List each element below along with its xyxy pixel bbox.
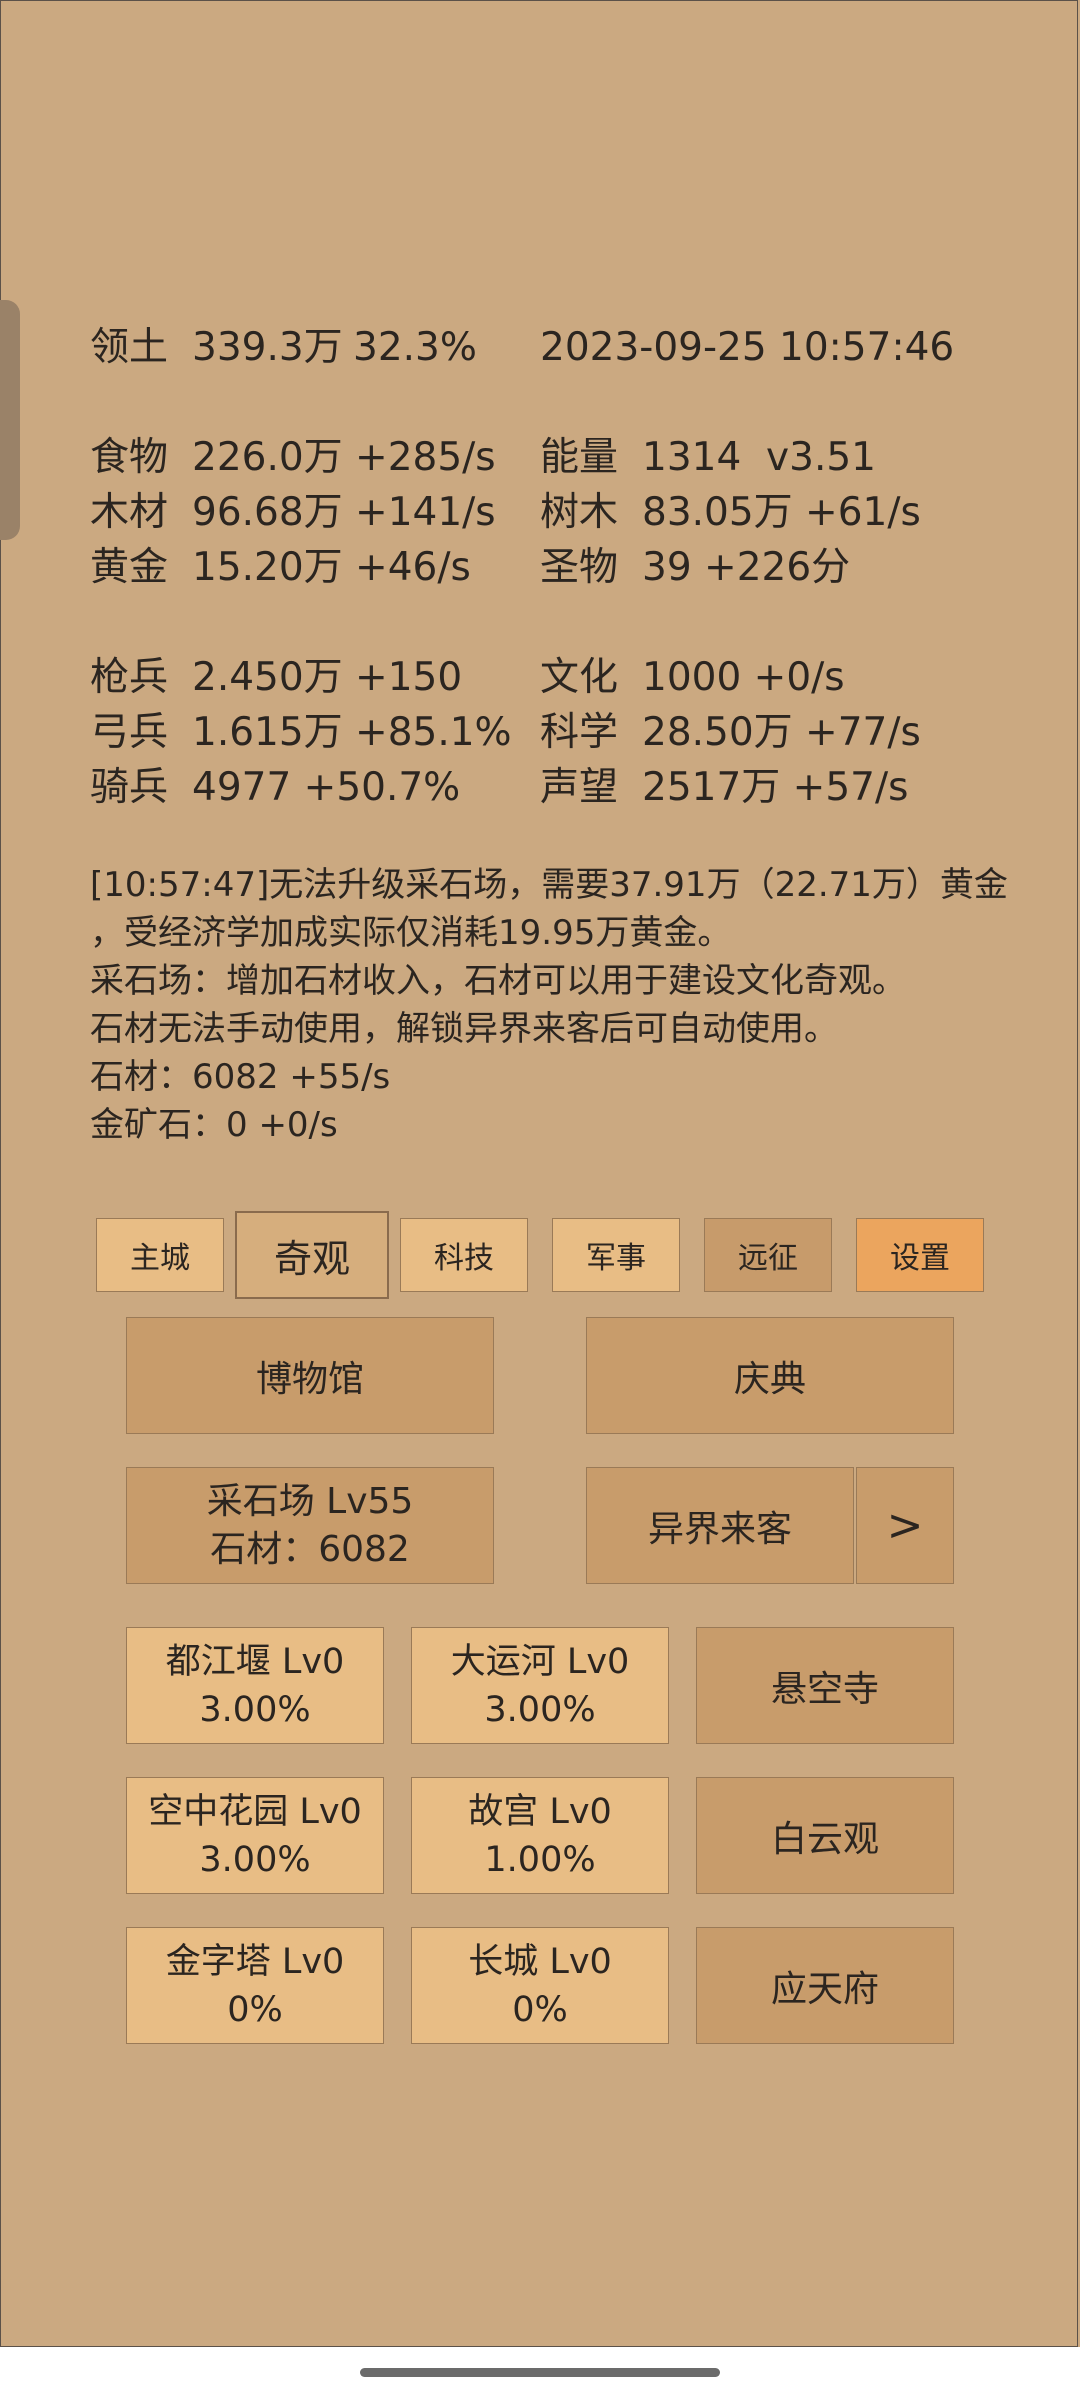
wonder-value: 3.00% xyxy=(199,1839,311,1880)
wonder-name: 空中花园 Lv0 xyxy=(148,1791,362,1832)
museum-button[interactable]: 博物馆 xyxy=(126,1317,494,1434)
wonder-forbidden-city[interactable]: 故宫 Lv0 1.00% xyxy=(411,1777,669,1894)
wonder-name: 都江堰 Lv0 xyxy=(165,1641,345,1682)
spearmen-label: 枪兵 xyxy=(90,655,169,700)
territory-percent: 32.3% xyxy=(353,325,477,370)
message-line: [10:57:47]无法升级采石场，需要37.91万（22.71万）黄金 xyxy=(90,865,1008,905)
food-value: 226.0万 +285/s xyxy=(192,435,496,480)
tab-technology[interactable]: 科技 xyxy=(400,1218,528,1292)
otherworld-visitors-button[interactable]: 异界来客 xyxy=(586,1467,854,1584)
message-line: ，受经济学加成实际仅消耗19.95万黄金。 xyxy=(90,913,732,953)
message-line: 石材：6082 +55/s xyxy=(90,1057,391,1097)
side-drawer-handle[interactable] xyxy=(0,300,20,540)
datetime: 2023-09-25 10:57:46 xyxy=(540,325,955,370)
wood-value: 96.68万 +141/s xyxy=(192,490,496,535)
wonder-pyramid[interactable]: 金字塔 Lv0 0% xyxy=(126,1927,384,2044)
energy-label: 能量 xyxy=(540,435,619,480)
quarry-stone: 石材：6082 xyxy=(210,1528,410,1570)
message-line: 金矿石：0 +0/s xyxy=(90,1105,338,1145)
relics-label: 圣物 xyxy=(540,545,619,590)
wonder-value: 0% xyxy=(227,1989,283,2030)
food-label: 食物 xyxy=(90,435,169,480)
wonder-value: 3.00% xyxy=(199,1689,311,1730)
wonder-name: 长城 Lv0 xyxy=(468,1941,612,1982)
trees-value: 83.05万 +61/s xyxy=(642,490,921,535)
spearmen-value: 2.450万 +150 xyxy=(192,655,463,700)
archers-value: 1.615万 +85.1% xyxy=(192,710,512,755)
trees-label: 树木 xyxy=(540,490,619,535)
quarry-name: 采石场 Lv55 xyxy=(206,1480,414,1522)
archers-label: 弓兵 xyxy=(90,710,169,755)
tab-main-city[interactable]: 主城 xyxy=(96,1218,224,1292)
culture-value: 1000 +0/s xyxy=(642,655,845,700)
wonder-name: 金字塔 Lv0 xyxy=(165,1941,345,1982)
message-line: 采石场：增加石材收入，石材可以用于建设文化奇观。 xyxy=(90,961,906,1001)
quarry-button[interactable]: 采石场 Lv55 石材：6082 xyxy=(126,1467,494,1584)
wonder-name: 大运河 Lv0 xyxy=(450,1641,630,1682)
next-arrow-button[interactable]: > xyxy=(856,1467,954,1584)
gold-value: 15.20万 +46/s xyxy=(192,545,471,590)
territory-label: 领土 xyxy=(90,325,169,370)
cavalry-label: 骑兵 xyxy=(90,765,169,810)
home-gesture-bar[interactable] xyxy=(360,2368,720,2377)
tab-settings[interactable]: 设置 xyxy=(856,1218,984,1292)
wonder-yingtian-mansion[interactable]: 应天府 xyxy=(696,1927,954,2044)
prestige-label: 声望 xyxy=(540,765,619,810)
science-label: 科学 xyxy=(540,710,619,755)
cavalry-value: 4977 +50.7% xyxy=(192,765,461,810)
wonder-baiyun-temple[interactable]: 白云观 xyxy=(696,1777,954,1894)
science-value: 28.50万 +77/s xyxy=(642,710,921,755)
relics-value: 39 +226分 xyxy=(642,545,851,590)
wonder-name: 故宫 Lv0 xyxy=(468,1791,612,1832)
tab-expedition[interactable]: 远征 xyxy=(704,1218,832,1292)
message-line: 石材无法手动使用，解锁异界来客后可自动使用。 xyxy=(90,1009,838,1049)
wonder-hanging-temple[interactable]: 悬空寺 xyxy=(696,1627,954,1744)
wonder-grand-canal[interactable]: 大运河 Lv0 3.00% xyxy=(411,1627,669,1744)
territory-value: 339.3万 xyxy=(192,325,343,370)
gold-label: 黄金 xyxy=(90,545,169,590)
tab-military[interactable]: 军事 xyxy=(552,1218,680,1292)
festival-button[interactable]: 庆典 xyxy=(586,1317,954,1434)
wonder-value: 3.00% xyxy=(484,1689,596,1730)
wonder-value: 1.00% xyxy=(484,1839,596,1880)
wonder-hanging-gardens[interactable]: 空中花园 Lv0 3.00% xyxy=(126,1777,384,1894)
wonder-great-wall[interactable]: 长城 Lv0 0% xyxy=(411,1927,669,2044)
wonder-value: 0% xyxy=(512,1989,568,2030)
energy-value: 1314 v3.51 xyxy=(642,435,876,480)
tab-wonders[interactable]: 奇观 xyxy=(235,1211,389,1299)
wonder-dujiangyan[interactable]: 都江堰 Lv0 3.00% xyxy=(126,1627,384,1744)
prestige-value: 2517万 +57/s xyxy=(642,765,909,810)
wood-label: 木材 xyxy=(90,490,169,535)
culture-label: 文化 xyxy=(540,655,619,700)
